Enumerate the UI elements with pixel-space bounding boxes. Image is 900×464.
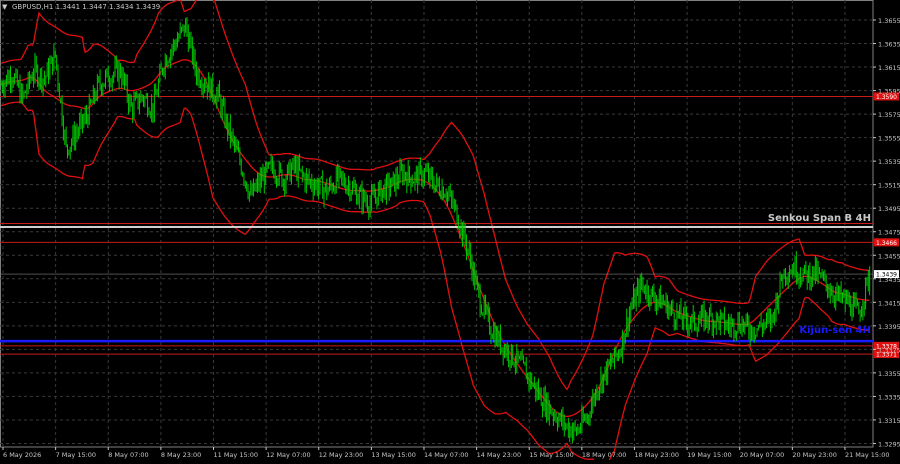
level-price-tag-label: 1.3466	[876, 240, 897, 247]
y-tick-label: 1.3455	[878, 252, 900, 260]
y-tick-label: 1.3495	[878, 205, 900, 213]
y-tick-label: 1.3415	[878, 299, 900, 307]
price-axis[interactable]: 1.3655 1.3635 1.3615 1.3595 1.3575 1.3555 1.35…	[873, 17, 900, 448]
y-tick-label: 1.3315	[878, 417, 900, 425]
x-tick-label: 19 May 15:00	[687, 451, 732, 459]
x-tick-label: 18 May 23:00	[634, 451, 679, 459]
x-tick-label: 12 May 23:00	[319, 451, 364, 459]
y-tick-label: 1.3335	[878, 393, 900, 401]
y-tick-label: 1.3375	[878, 346, 900, 354]
x-tick-label: 18 May 07:00	[582, 451, 627, 459]
chart-header: ▼ GBPUSD,H1 1.3441 1.3447 1.3434 1.3439	[2, 3, 160, 11]
time-axis[interactable]: 6 May 2026 7 May 15:00 8 May 07:00 8 May 23…	[2, 447, 890, 459]
y-tick-label: 1.3535	[878, 158, 900, 166]
chart-area[interactable]: 1.3466 1.3590 1.3378 1.3371 1.3655 1.3635 1.3…	[0, 0, 900, 464]
x-tick-label: 14 May 23:00	[477, 451, 522, 459]
x-tick-label: 12 May 07:00	[266, 451, 311, 459]
x-tick-label: 7 May 15:00	[56, 451, 96, 459]
y-tick-label: 1.3355	[878, 370, 900, 378]
y-tick-label: 1.3475	[878, 229, 900, 237]
y-tick-label: 1.3395	[878, 323, 900, 331]
lower-band-line	[0, 101, 870, 464]
y-tick-label: 1.3595	[878, 88, 900, 96]
x-tick-label: 14 May 07:00	[424, 451, 469, 459]
x-tick-label: 21 May 15:00	[845, 451, 890, 459]
y-tick-label: 1.3635	[878, 41, 900, 49]
collapse-triangle-icon[interactable]: ▼	[2, 3, 8, 11]
x-tick-label: 8 May 07:00	[108, 451, 148, 459]
level-labels: Senkou Span B 4H Kijun-sen 4H	[768, 213, 871, 336]
price-chart[interactable]: 1.34661.35901.33781.3371 1.36551.36351.3…	[0, 0, 900, 464]
horizontal-levels: 1.34661.35901.33781.3371	[0, 92, 899, 359]
x-tick-label: 20 May 23:00	[792, 451, 837, 459]
senkou-span-label: Senkou Span B 4H	[768, 213, 871, 224]
x-tick-label: 11 May 15:00	[213, 451, 258, 459]
x-tick-label: 6 May 2026	[3, 451, 41, 459]
symbol-ohlc-header: GBPUSD,H1 1.3441 1.3447 1.3434 1.3439	[12, 3, 160, 11]
y-tick-label: 1.3575	[878, 111, 900, 119]
current-price-label: 1.3439	[876, 272, 897, 279]
x-tick-label: 15 May 15:00	[529, 451, 574, 459]
y-tick-label: 1.3515	[878, 182, 900, 190]
kijun-sen-label: Kijun-sen 4H	[799, 325, 871, 336]
x-tick-label: 13 May 15:00	[371, 451, 416, 459]
y-tick-label: 1.3615	[878, 64, 900, 72]
y-tick-label: 1.3555	[878, 135, 900, 143]
x-tick-label: 20 May 07:00	[740, 451, 785, 459]
x-tick-label: 8 May 23:00	[161, 451, 201, 459]
y-tick-label: 1.3295	[878, 440, 900, 448]
y-tick-label: 1.3655	[878, 17, 900, 25]
